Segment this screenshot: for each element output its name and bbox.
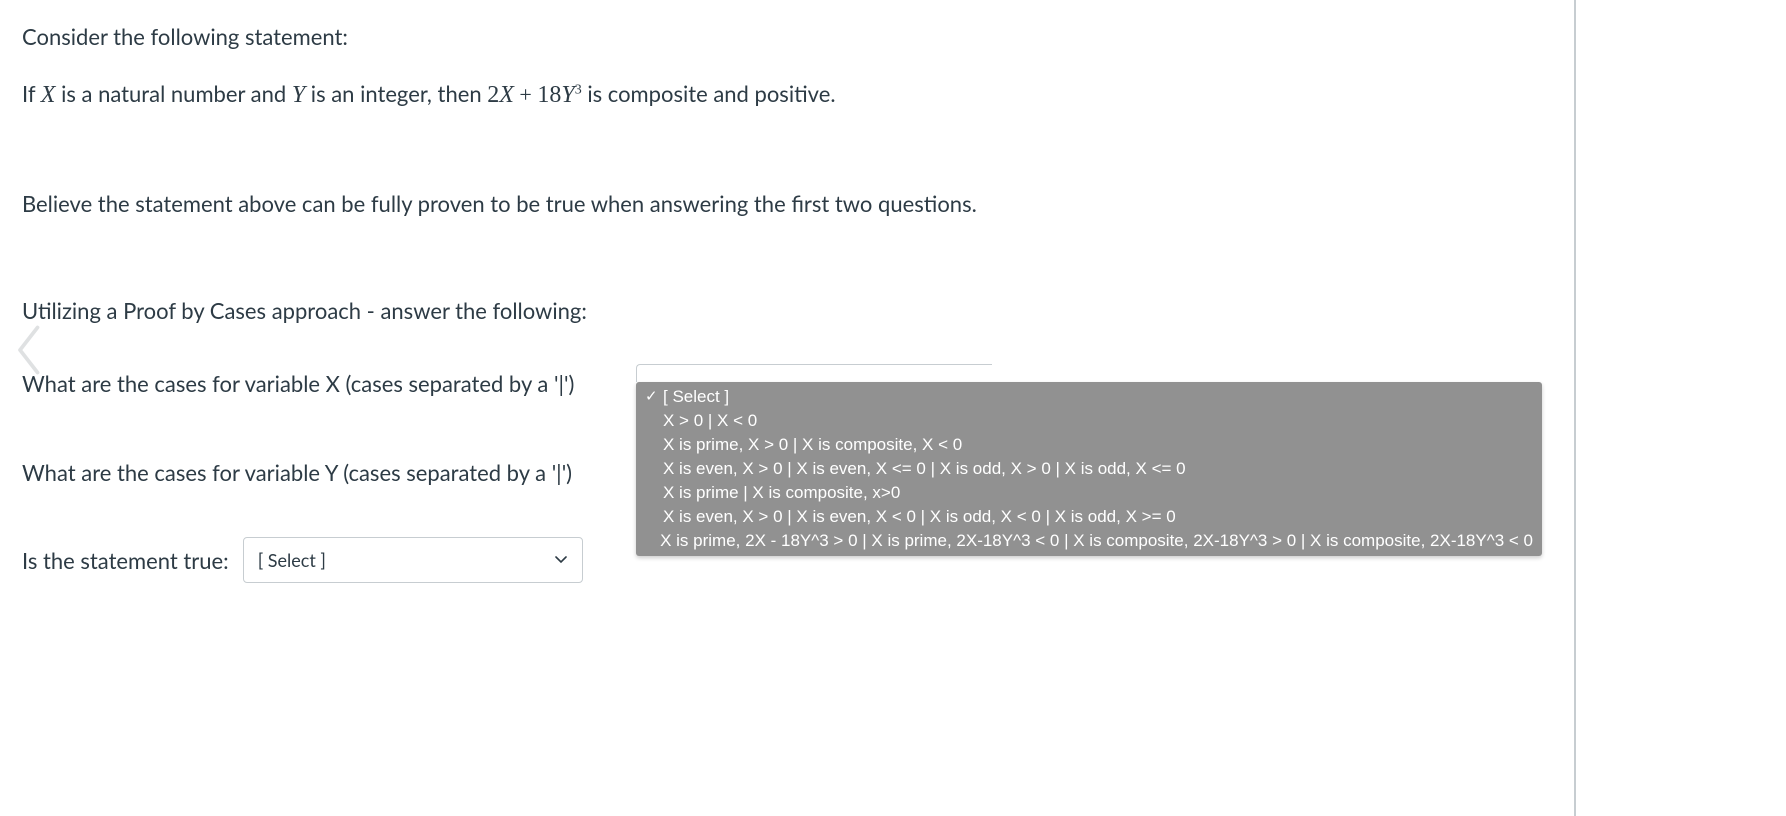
dropdown-option-4[interactable]: X is even, X > 0 | X is even, X < 0 | X … bbox=[639, 505, 1539, 529]
dropdown-option-1-label: X is prime, X > 0 | X is composite, X < … bbox=[663, 433, 962, 457]
consider-heading: Consider the following statement: bbox=[22, 20, 1764, 53]
dropdown-option-1[interactable]: X is prime, X > 0 | X is composite, X < … bbox=[639, 433, 1539, 457]
dropdown-option-5[interactable]: X is prime, 2X - 18Y^3 > 0 | X is prime,… bbox=[639, 529, 1539, 553]
dropdown-option-5-label: X is prime, 2X - 18Y^3 > 0 | X is prime,… bbox=[660, 529, 1533, 553]
question-1-label: What are the cases for variable X (cases… bbox=[22, 367, 574, 400]
question-3-label: Is the statement true: bbox=[22, 544, 229, 577]
question-2-label: What are the cases for variable Y (cases… bbox=[22, 456, 572, 489]
dropdown-option-2-label: X is even, X > 0 | X is even, X <= 0 | X… bbox=[663, 457, 1186, 481]
dropdown-option-4-label: X is even, X > 0 | X is even, X < 0 | X … bbox=[663, 505, 1176, 529]
statement-prefix: If bbox=[22, 80, 41, 107]
dropdown-option-0-label: X > 0 | X < 0 bbox=[663, 409, 757, 433]
cases-x-dropdown[interactable]: ✓ [ Select ] X > 0 | X < 0 X is prime, X… bbox=[636, 382, 1542, 556]
chevron-down-icon bbox=[554, 553, 568, 567]
math-var-y: Y bbox=[292, 82, 305, 108]
math-exp-3: 3 bbox=[575, 83, 582, 98]
math-y2: Y bbox=[561, 82, 574, 108]
statement-suffix: is composite and positive. bbox=[582, 80, 836, 107]
utilizing-text: Utilizing a Proof by Cases approach - an… bbox=[22, 294, 1764, 327]
dropdown-option-0[interactable]: X > 0 | X < 0 bbox=[639, 409, 1539, 433]
math-18: 18 bbox=[537, 82, 561, 108]
statement-true-select[interactable]: [ Select ] bbox=[243, 537, 583, 583]
select-placeholder-text: [ Select ] bbox=[258, 547, 326, 574]
math-plus: + bbox=[514, 82, 537, 107]
believe-text: Believe the statement above can be fully… bbox=[22, 187, 1764, 220]
statement-text: If X is a natural number and Y is an int… bbox=[22, 77, 1764, 113]
math-x2: X bbox=[499, 82, 514, 108]
check-icon: ✓ bbox=[645, 385, 663, 409]
dropdown-option-2[interactable]: X is even, X > 0 | X is even, X <= 0 | X… bbox=[639, 457, 1539, 481]
cases-x-select-collapsed[interactable] bbox=[636, 364, 992, 382]
statement-mid2: is an integer, then bbox=[305, 80, 487, 107]
math-2: 2 bbox=[487, 82, 499, 108]
dropdown-option-3-label: X is prime | X is composite, x>0 bbox=[663, 481, 900, 505]
dropdown-option-3[interactable]: X is prime | X is composite, x>0 bbox=[639, 481, 1539, 505]
dropdown-selected-label: [ Select ] bbox=[663, 385, 729, 409]
statement-mid1: is a natural number and bbox=[55, 80, 291, 107]
math-var-x: X bbox=[41, 82, 56, 108]
dropdown-option-selected[interactable]: ✓ [ Select ] bbox=[639, 385, 1539, 409]
right-divider bbox=[1574, 0, 1576, 816]
